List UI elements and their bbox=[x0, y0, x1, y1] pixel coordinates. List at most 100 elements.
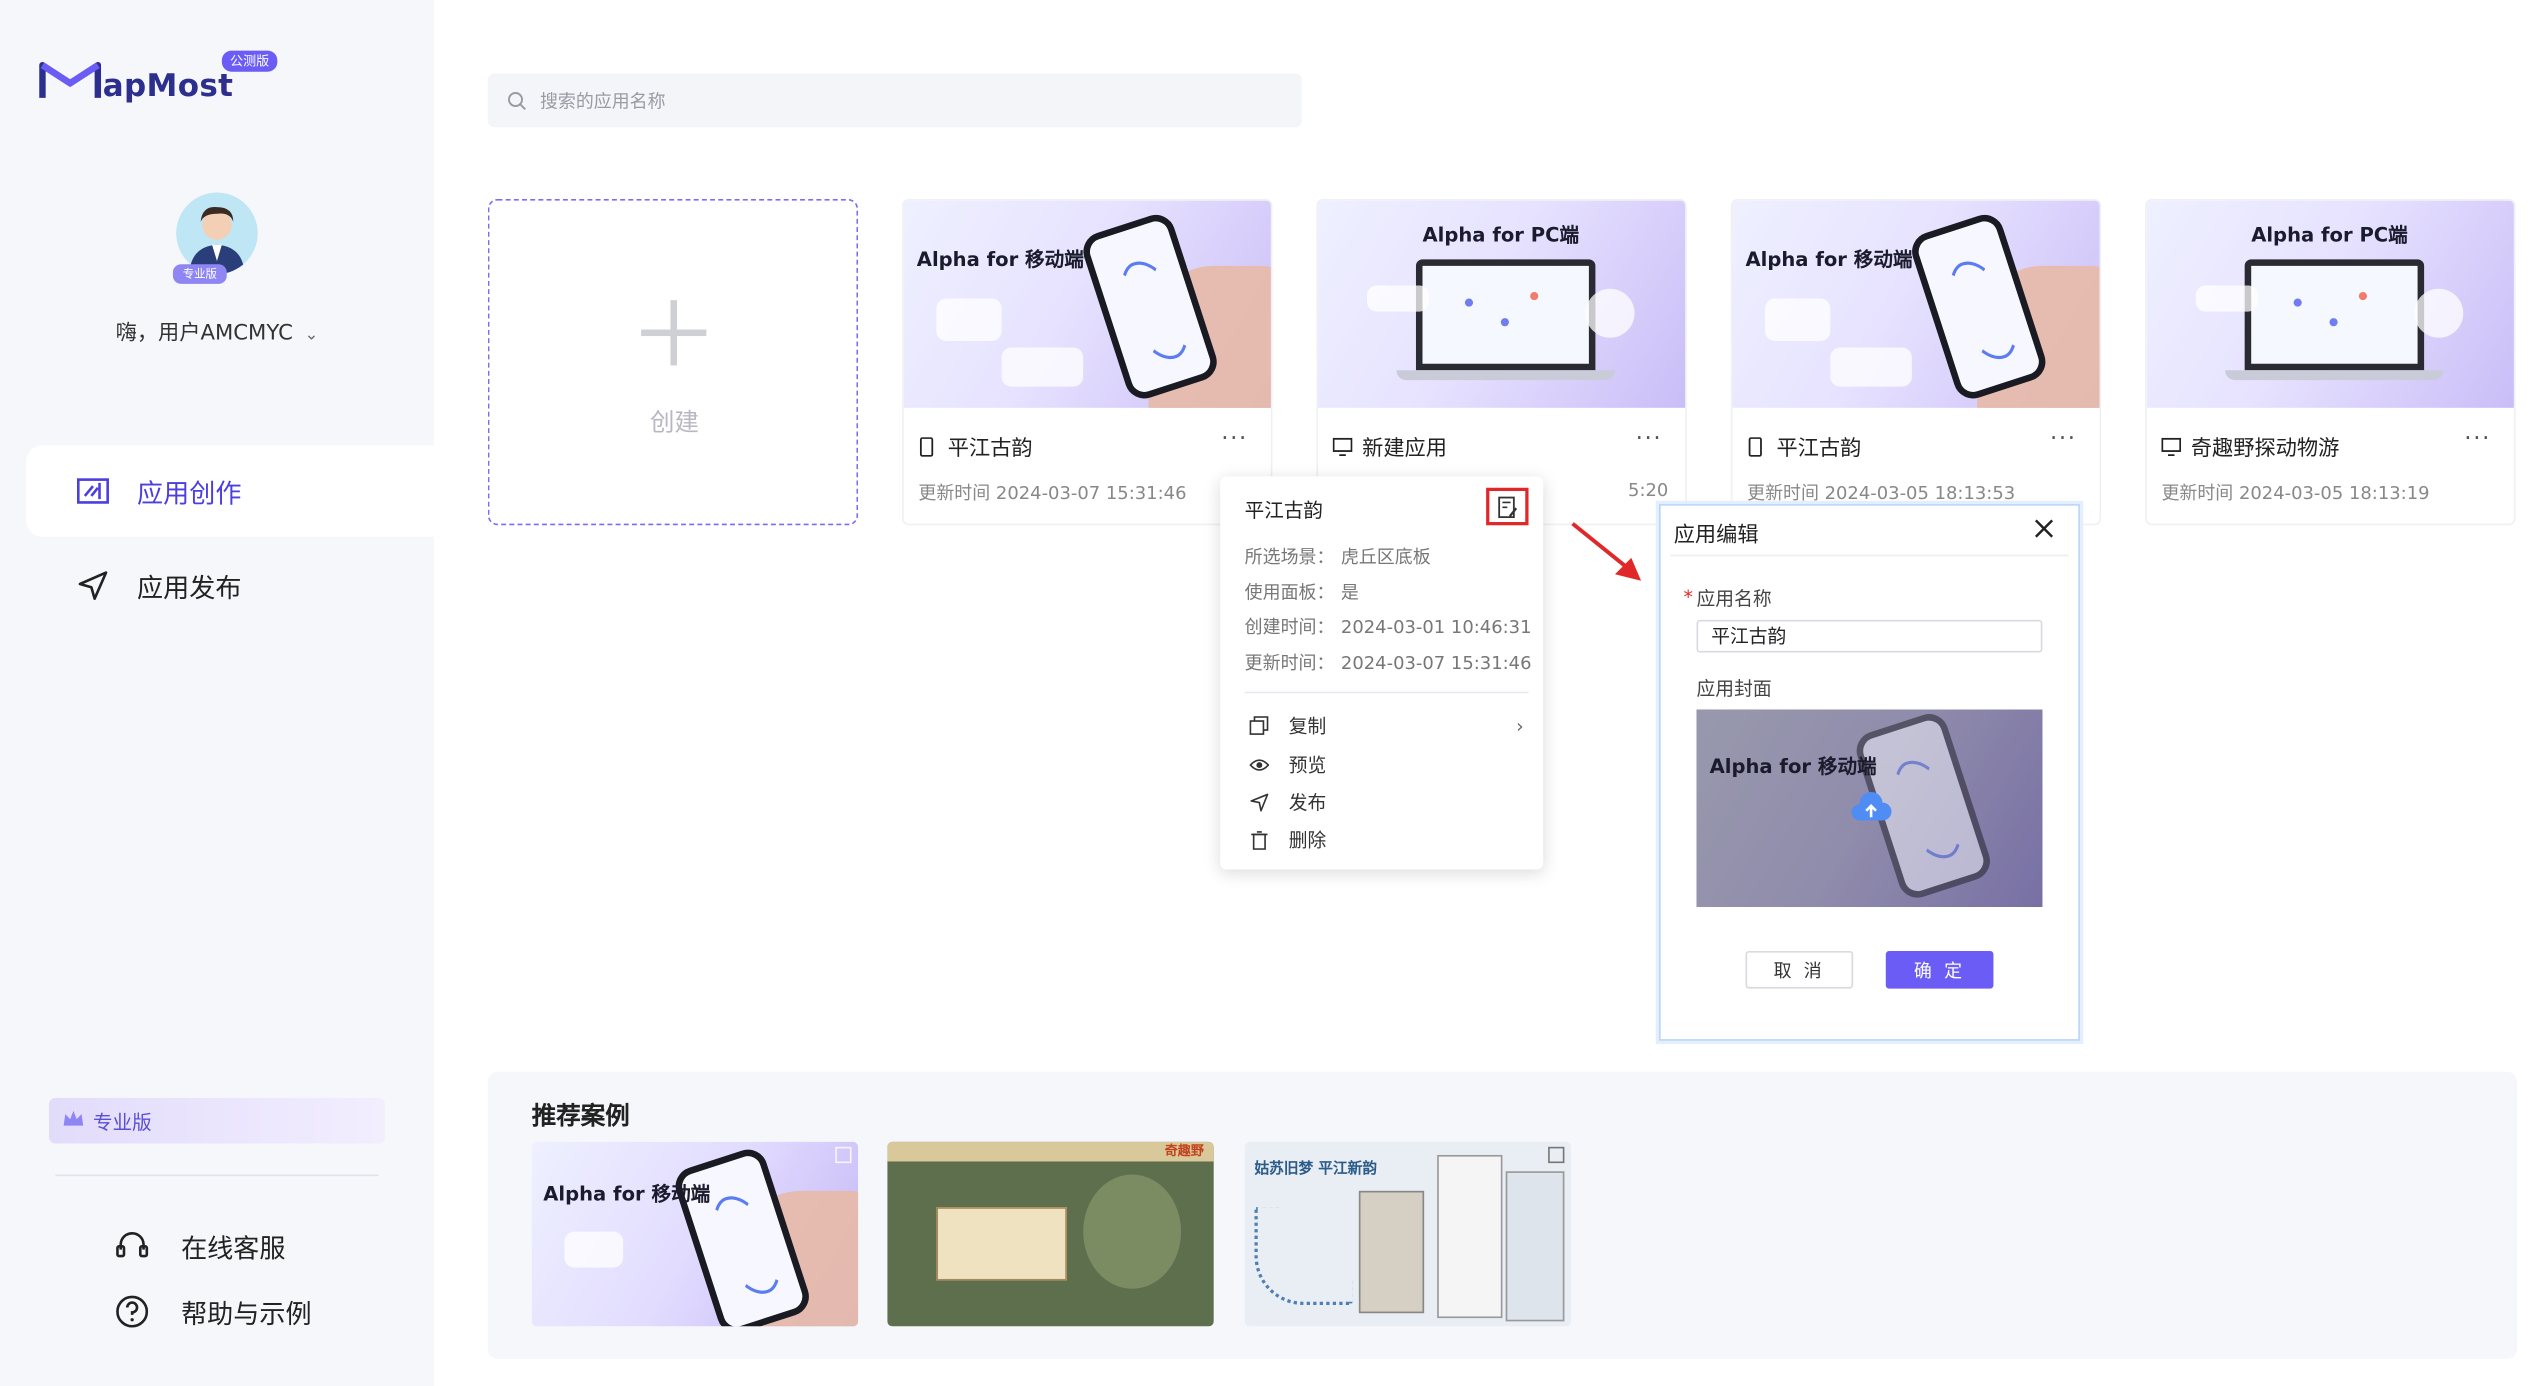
menu-item-preview[interactable]: 预览 bbox=[1249, 752, 1524, 778]
chevron-right-icon: › bbox=[1516, 714, 1524, 738]
divider bbox=[55, 1174, 379, 1177]
greeting-text: 嗨，用户AMCMYC bbox=[115, 321, 293, 346]
app-name-label: 新建应用 bbox=[1362, 437, 1447, 462]
qr-code-icon[interactable] bbox=[835, 1146, 852, 1164]
create-app-card[interactable]: 创建 bbox=[487, 199, 859, 526]
menu-item-copy[interactable]: 复制 › bbox=[1249, 713, 1524, 739]
user-avatar-icon bbox=[189, 207, 245, 275]
info-key: 更新时间： bbox=[1244, 652, 1335, 674]
help-examples-link[interactable]: 帮助与示例 bbox=[114, 1292, 312, 1331]
more-icon[interactable]: ··· bbox=[1221, 426, 1248, 452]
info-row-updated: 更新时间： 2024-03-07 15:31:46 bbox=[1245, 649, 1532, 675]
app-name-input[interactable]: 平江古韵 bbox=[1696, 619, 2043, 653]
info-value: 2024-03-01 10:46:31 bbox=[1340, 616, 1532, 638]
info-value: 虎丘区底板 bbox=[1340, 546, 1431, 568]
app-name: 新建应用 bbox=[1332, 431, 1447, 462]
beta-badge: 公测版 bbox=[221, 50, 278, 72]
avatar[interactable] bbox=[176, 192, 258, 275]
eye-icon bbox=[1249, 755, 1270, 775]
search-input[interactable]: 搜索的应用名称 bbox=[487, 73, 1302, 128]
confirm-button[interactable]: 确 定 bbox=[1885, 951, 1994, 989]
app-thumbnail: Alpha for PC端 bbox=[2146, 200, 2514, 408]
recommended-cases: 推荐案例 Alpha for 移动端 奇趣野 姑苏旧梦 平江新韵 bbox=[487, 1071, 2518, 1359]
app-thumbnail: Alpha for 移动端 bbox=[903, 200, 1271, 408]
nav-label: 应用创作 bbox=[137, 477, 242, 509]
menu-item-publish[interactable]: 发布 bbox=[1250, 790, 1524, 816]
upload-cloud-icon bbox=[1851, 791, 1892, 821]
send-icon bbox=[75, 568, 111, 604]
case-card[interactable]: Alpha for 移动端 bbox=[531, 1141, 859, 1327]
app-create-icon bbox=[75, 473, 111, 509]
popover-title: 平江古韵 bbox=[1244, 499, 1324, 523]
send-icon bbox=[1250, 793, 1270, 813]
nav-item-app-publish[interactable]: 应用发布 bbox=[26, 540, 434, 631]
more-icon[interactable]: ··· bbox=[1636, 426, 1663, 452]
nav-label: 应用发布 bbox=[137, 572, 242, 604]
copy-icon bbox=[1249, 716, 1270, 736]
more-icon[interactable]: ··· bbox=[2050, 426, 2077, 452]
cancel-button[interactable]: 取 消 bbox=[1745, 951, 1854, 989]
section-title: 推荐案例 bbox=[531, 1101, 630, 1131]
info-key: 创建时间： bbox=[1244, 616, 1335, 638]
search-icon bbox=[507, 91, 527, 111]
info-row-scene: 所选场景： 虎丘区底板 bbox=[1245, 543, 1431, 569]
create-label: 创建 bbox=[650, 407, 700, 438]
brand-logo[interactable]: apMost 公测版 bbox=[39, 50, 278, 105]
info-key: 使用面板： bbox=[1244, 582, 1335, 604]
app-name: 平江古韵 bbox=[1747, 431, 1861, 462]
help-label: 帮助与示例 bbox=[181, 1298, 312, 1330]
info-value: 是 bbox=[1340, 582, 1359, 604]
logo-text: apMost bbox=[102, 68, 234, 105]
info-row-panel: 使用面板：是 bbox=[1245, 579, 1359, 605]
online-support-link[interactable]: 在线客服 bbox=[114, 1227, 286, 1266]
case-thumb-title: 姑苏旧梦 平江新韵 bbox=[1254, 1161, 1378, 1178]
red-arrow-annotation bbox=[1571, 522, 1642, 581]
update-time: 更新时间 2024-03-05 18:13:53 bbox=[1747, 482, 2016, 505]
menu-item-delete[interactable]: 删除 bbox=[1250, 827, 1524, 853]
thumb-title: Alpha for PC端 bbox=[2251, 223, 2408, 247]
pro-plan-bar[interactable]: 专业版 bbox=[48, 1097, 385, 1144]
app-name: 奇趣野探动物游 bbox=[2161, 431, 2339, 462]
cover-upload[interactable]: Alpha for 移动端 bbox=[1696, 709, 2043, 908]
update-time: 更新时间 2024-03-07 15:31:46 bbox=[918, 482, 1187, 505]
chevron-down-icon: ⌄ bbox=[304, 326, 319, 345]
user-menu[interactable]: 嗨，用户AMCMYC ⌄ bbox=[0, 315, 434, 346]
close-icon[interactable] bbox=[2033, 515, 2059, 541]
app-card[interactable]: Alpha for PC端 奇趣野探动物游 ··· 更新时间 2024-03-0… bbox=[2145, 199, 2516, 526]
app-name-label: 奇趣野探动物游 bbox=[2190, 437, 2340, 462]
plan-label: 专业版 bbox=[92, 1110, 152, 1133]
more-icon[interactable]: ··· bbox=[2464, 426, 2491, 452]
edit-button[interactable] bbox=[1486, 487, 1529, 526]
info-value: 2024-03-07 15:31:46 bbox=[1340, 652, 1532, 674]
app-detail-popover: 平江古韵 所选场景： 虎丘区底板 使用面板：是 创建时间： 2024-03-01 1… bbox=[1220, 476, 1544, 870]
thumb-title: Alpha for PC端 bbox=[1422, 223, 1580, 247]
app-name-label: 平江古韵 bbox=[1776, 437, 1862, 462]
menu-label: 发布 bbox=[1288, 791, 1327, 815]
field-label: 应用名称 bbox=[1696, 587, 1772, 611]
headset-icon bbox=[114, 1228, 150, 1264]
qr-code-icon[interactable] bbox=[1548, 1146, 1565, 1164]
desktop-icon bbox=[2161, 436, 2182, 456]
app-name: 平江古韵 bbox=[918, 431, 1033, 462]
menu-label: 复制 bbox=[1288, 714, 1327, 738]
cover-thumb-title: Alpha for 移动端 bbox=[1709, 755, 1877, 779]
trash-icon bbox=[1250, 830, 1270, 850]
edit-icon bbox=[1497, 495, 1517, 518]
app-edit-dialog: 应用编辑 * 应用名称 平江古韵 应用封面 Alpha for 移动端 取 消 … bbox=[1659, 504, 2080, 1041]
support-label: 在线客服 bbox=[181, 1233, 286, 1265]
nav-item-app-create[interactable]: 应用创作 bbox=[26, 445, 434, 537]
update-time: 更新时间 2024-03-05 18:13:19 bbox=[2161, 482, 2430, 505]
update-time: 5:20 bbox=[1628, 479, 1669, 501]
thumb-title: Alpha for 移动端 bbox=[1745, 247, 1913, 271]
app-thumbnail: Alpha for 移动端 bbox=[1732, 200, 2100, 408]
app-card[interactable]: Alpha for 移动端 平江古韵 ··· 更新时间 2024-03-07 1… bbox=[902, 199, 1273, 526]
menu-label: 删除 bbox=[1288, 828, 1327, 852]
app-card[interactable]: Alpha for 移动端 平江古韵 ··· 更新时间 2024-03-05 1… bbox=[1730, 199, 2102, 526]
mapmost-logo-mark bbox=[39, 61, 102, 98]
app-thumbnail: Alpha for PC端 bbox=[1318, 200, 1686, 408]
case-card[interactable]: 姑苏旧梦 平江新韵 bbox=[1244, 1141, 1571, 1327]
mobile-icon bbox=[1747, 436, 1767, 456]
case-card[interactable]: 奇趣野 bbox=[887, 1141, 1214, 1327]
info-row-created: 创建时间： 2024-03-01 10:46:31 bbox=[1245, 613, 1532, 639]
info-key: 所选场景： bbox=[1244, 546, 1335, 568]
